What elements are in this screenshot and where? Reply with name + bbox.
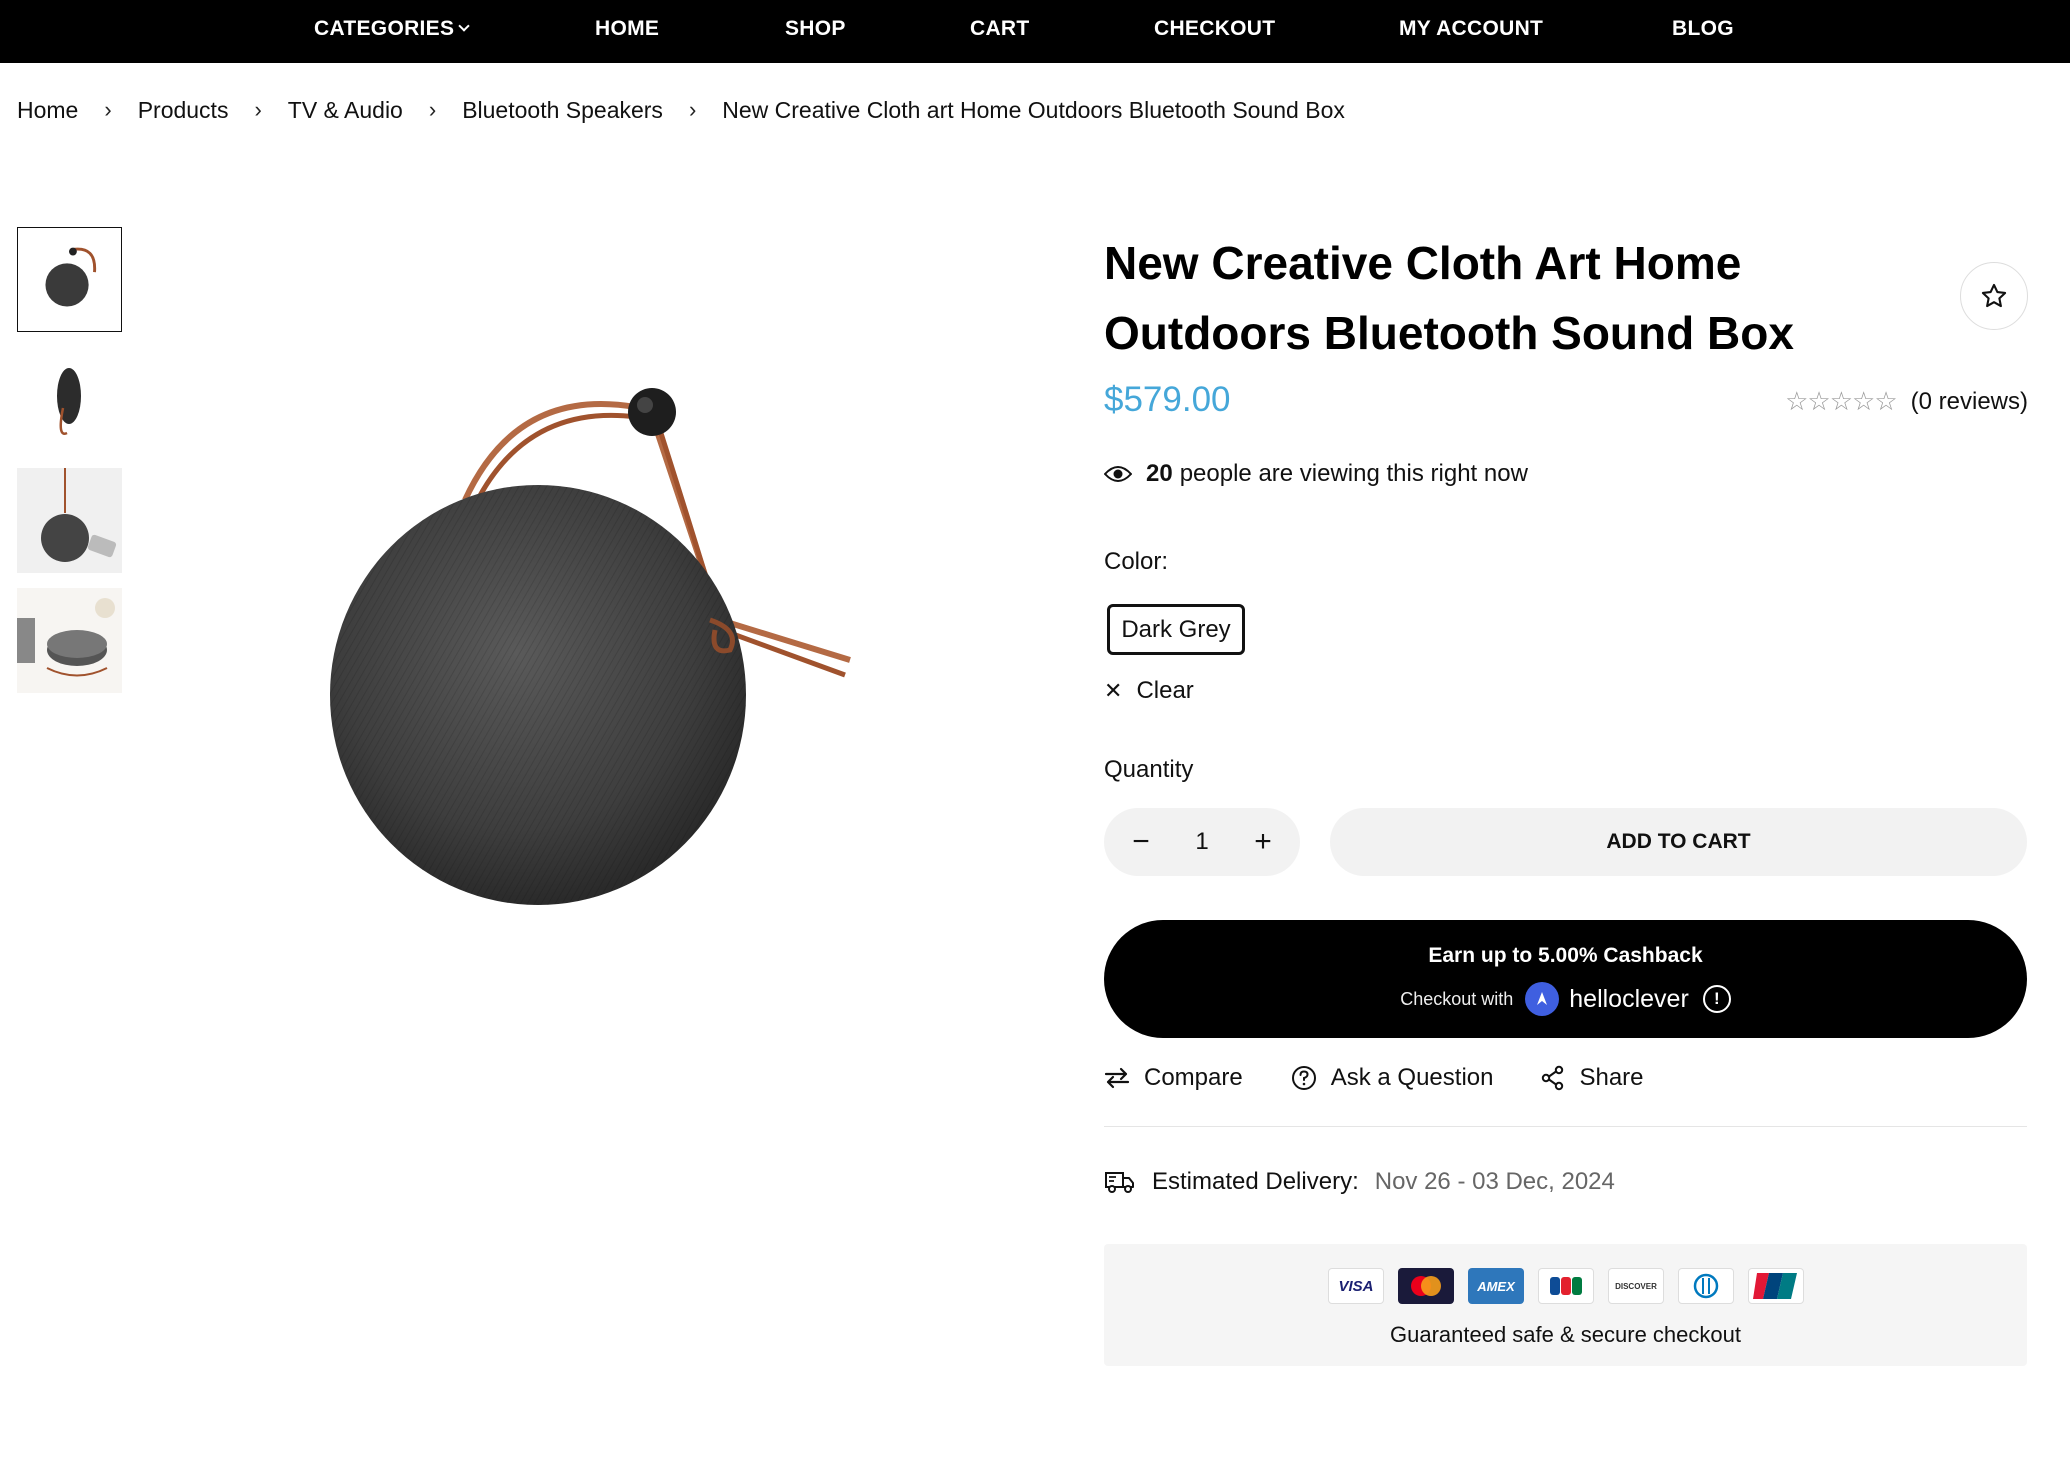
cashback-button[interactable]: Earn up to 5.00% Cashback Checkout with … [1104,920,2027,1038]
close-icon: ✕ [1104,678,1123,703]
diners-icon [1678,1268,1734,1304]
info-icon[interactable]: ! [1702,985,1731,1013]
breadcrumb-separator: › [688,97,697,122]
viewing-text: people are viewing this right now [1179,460,1528,487]
compare-label: Compare [1144,1064,1243,1091]
clear-selection[interactable]: ✕ Clear [1104,677,1194,705]
truck-icon [1105,1172,1134,1193]
breadcrumb-separator: › [254,97,262,122]
estimated-delivery: Estimated Delivery: Nov 26 - 03 Dec, 202… [1104,1168,1615,1196]
chevron-down-icon [458,20,470,32]
quantity-value[interactable]: 1 [1195,828,1208,856]
rating: ☆☆☆☆☆ (0 reviews) [1785,386,2028,417]
breadcrumb-separator: › [428,97,437,122]
star-icon [1981,283,2007,308]
discover-icon: DISCOVER [1608,1268,1664,1304]
breadcrumb: Home › Products › TV & Audio › Bluetooth… [17,94,1345,126]
plus-icon[interactable]: + [1248,827,1278,857]
breadcrumb-tv-audio[interactable]: TV & Audio [288,97,403,124]
jcb-icon [1538,1268,1594,1304]
quantity-label: Quantity [1104,756,1194,783]
viewing-count: 20 [1146,460,1173,487]
secure-checkout-box: VISA AMEX DISCOVER Guaranteed safe & sec… [1104,1244,2027,1366]
color-swatch-dark-grey[interactable]: Dark Grey [1107,604,1245,655]
breadcrumb-products[interactable]: Products [138,97,229,124]
unionpay-icon [1748,1268,1804,1304]
quantity-stepper: − 1 + [1104,808,1300,876]
nav-blog[interactable]: BLOG [1672,0,1734,63]
ask-question-button[interactable]: Ask a Question [1291,1064,1494,1092]
main-product-image[interactable] [290,330,890,930]
nav-categories-label: CATEGORIES [314,17,455,40]
nav-categories[interactable]: CATEGORIES [314,0,470,63]
divider [1104,1126,2027,1127]
product-price: $579.00 [1104,380,1231,419]
breadcrumb-separator: › [104,97,112,122]
delivery-label: Estimated Delivery: [1152,1168,1359,1195]
nav-home[interactable]: HOME [595,0,659,63]
secure-checkout-text: Guaranteed safe & secure checkout [1390,1322,1741,1347]
breadcrumb-home[interactable]: Home [17,97,78,124]
share-button[interactable]: Share [1541,1064,1644,1092]
thumbnail-front[interactable] [17,227,122,332]
product-actions: Compare Ask a Question Share [1104,1064,1692,1092]
wishlist-button[interactable] [1960,262,2028,330]
viewing-now: 20 people are viewing this right now [1104,460,1528,488]
amex-icon: AMEX [1468,1268,1524,1304]
helloclever-brand: helloclever [1569,984,1689,1013]
mastercard-icon [1398,1268,1454,1304]
delivery-date: Nov 26 - 03 Dec, 2024 [1374,1168,1615,1195]
nav-checkout[interactable]: CHECKOUT [1154,0,1275,63]
color-label: Color: [1104,548,1169,575]
checkout-with-label: Checkout with [1400,988,1514,1009]
cashback-headline: Earn up to 5.00% Cashback [1428,944,1703,967]
product-title: New Creative Cloth Art Home Outdoors Blu… [1104,237,1794,359]
compare-button[interactable]: Compare [1104,1064,1243,1092]
nav-my-account[interactable]: MY ACCOUNT [1399,0,1543,63]
share-label: Share [1579,1064,1644,1091]
minus-icon[interactable]: − [1126,827,1156,857]
helloclever-logo-icon [1525,982,1560,1016]
top-navigation: CATEGORIES HOME SHOP CART CHECKOUT MY AC… [0,0,2070,63]
nav-cart[interactable]: CART [970,0,1030,63]
ask-label: Ask a Question [1330,1064,1494,1091]
thumbnail-lifestyle[interactable] [17,588,122,693]
nav-shop[interactable]: SHOP [785,0,846,63]
reviews-link[interactable]: (0 reviews) [1911,388,2028,416]
share-icon [1542,1065,1564,1091]
payment-cards: VISA AMEX DISCOVER [1328,1268,1818,1304]
eye-icon [1104,466,1132,482]
thumbnail-side[interactable] [17,348,122,453]
breadcrumb-bluetooth-speakers[interactable]: Bluetooth Speakers [462,97,663,124]
clear-label: Clear [1136,677,1194,704]
rating-stars: ☆☆☆☆☆ [1785,386,1898,416]
cashback-checkout-line: Checkout with helloclever ! [1104,982,2027,1016]
thumbnail-hanging[interactable] [17,468,122,573]
compare-arrows-icon [1104,1067,1130,1089]
question-circle-icon [1291,1066,1316,1090]
breadcrumb-current: New Creative Cloth art Home Outdoors Blu… [722,96,1345,123]
add-to-cart-button[interactable]: ADD TO CART [1330,808,2027,876]
visa-icon: VISA [1328,1268,1384,1304]
